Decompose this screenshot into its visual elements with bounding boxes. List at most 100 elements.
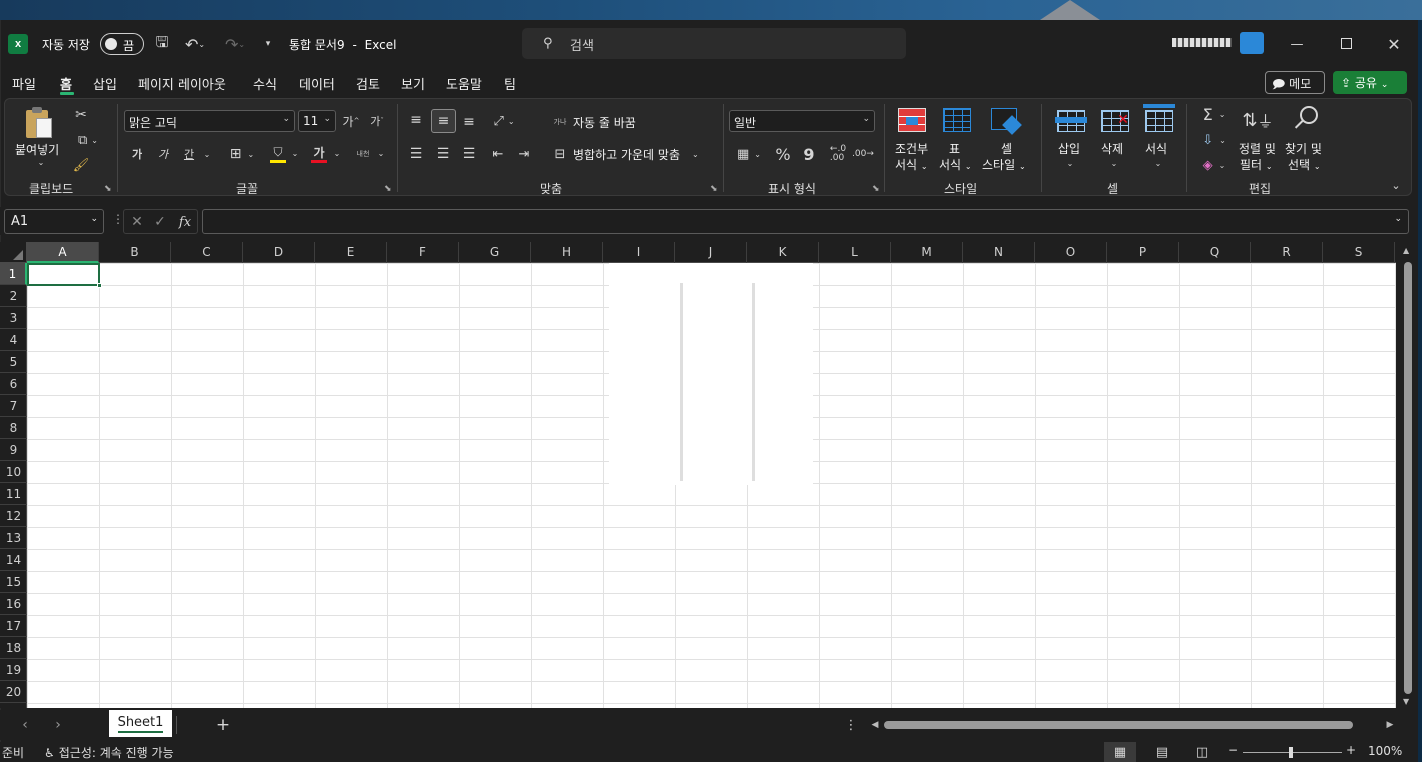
enter-icon[interactable]: ✓: [151, 212, 169, 232]
horizontal-scrollbar-thumb[interactable]: [884, 721, 1353, 729]
vertical-scrollbar[interactable]: ▲ ▼: [1398, 242, 1418, 708]
scroll-up-icon[interactable]: ▲: [1403, 246, 1409, 255]
tab-file[interactable]: 파일: [12, 74, 36, 93]
memo-button[interactable]: 🗩 메모: [1265, 71, 1325, 94]
column-header-g[interactable]: G: [459, 242, 531, 263]
accessibility-status[interactable]: ♿ 접근성: 계속 진행 가능: [44, 744, 174, 761]
alignment-launcher-icon[interactable]: ⬊: [710, 184, 718, 194]
zoom-out-button[interactable]: −: [1228, 743, 1238, 757]
row-header-17[interactable]: 17: [0, 615, 27, 637]
save-icon[interactable]: 🖫: [152, 33, 172, 55]
column-header-f[interactable]: F: [387, 242, 459, 263]
scroll-right-icon[interactable]: ▶: [1385, 718, 1395, 732]
redo-icon[interactable]: ↷ ⌄: [220, 33, 250, 55]
next-sheet-icon[interactable]: ›: [51, 716, 65, 734]
sort-filter-icon[interactable]: ⇅ ⏚: [1242, 106, 1274, 134]
increase-font-icon[interactable]: 가 ^: [341, 112, 361, 130]
autosave-toggle[interactable]: 끔: [100, 33, 144, 55]
column-header-p[interactable]: P: [1107, 242, 1179, 263]
fill-icon[interactable]: ⇩ ⌄: [1197, 130, 1231, 150]
column-header-j[interactable]: J: [675, 242, 747, 263]
page-layout-view-icon[interactable]: ▤: [1154, 744, 1170, 760]
bold-button[interactable]: 가: [128, 145, 146, 163]
increase-decimal-icon[interactable]: ←.0.00: [827, 144, 849, 164]
align-bottom-icon[interactable]: ≡: [459, 112, 479, 132]
tab-page-layout[interactable]: 페이지 레이아웃: [138, 74, 226, 93]
font-launcher-icon[interactable]: ⬊: [384, 184, 392, 194]
row-header-1[interactable]: 1: [0, 263, 27, 285]
increase-indent-icon[interactable]: ⇥: [514, 144, 534, 164]
avatar[interactable]: [1240, 32, 1264, 54]
scroll-left-icon[interactable]: ◀: [870, 718, 880, 732]
zoom-slider-thumb[interactable]: [1289, 747, 1293, 758]
paste-icon[interactable]: [24, 106, 56, 140]
percent-icon[interactable]: %: [773, 144, 793, 164]
tab-split-handle[interactable]: ⋮: [845, 716, 858, 734]
normal-view-button[interactable]: ▦: [1104, 742, 1136, 762]
row-header-6[interactable]: 6: [0, 373, 27, 395]
row-header-3[interactable]: 3: [0, 307, 27, 329]
clear-icon[interactable]: ◈ ⌄: [1197, 155, 1231, 175]
page-break-view-icon[interactable]: ◫: [1194, 744, 1210, 760]
row-header-15[interactable]: 15: [0, 571, 27, 593]
italic-button[interactable]: 가: [154, 145, 172, 163]
autosum-icon[interactable]: Σ ⌄: [1197, 104, 1231, 124]
column-header-q[interactable]: Q: [1179, 242, 1251, 263]
insert-cells-label[interactable]: 삽입: [1058, 140, 1080, 157]
align-right-icon[interactable]: ☰: [459, 144, 479, 164]
number-format-select[interactable]: 일반 ⌄: [729, 110, 875, 132]
paste-dropdown-icon[interactable]: ⌄: [36, 156, 46, 168]
column-header-d[interactable]: D: [243, 242, 315, 263]
format-as-table-label-2[interactable]: 서식 ⌄: [939, 156, 972, 173]
tab-view[interactable]: 보기: [401, 74, 425, 93]
find-select-label-2[interactable]: 선택 ⌄: [1288, 156, 1321, 173]
accounting-format-icon[interactable]: ▦ ⌄: [732, 144, 766, 164]
tab-home[interactable]: 홈: [60, 74, 72, 93]
search-box[interactable]: ⚲ 검색: [522, 28, 906, 59]
borders-icon[interactable]: ⊞ ⌄: [222, 145, 262, 163]
merge-center-button[interactable]: ⊟ 병합하고 가운데 맞춤 ⌄: [551, 142, 699, 166]
chevron-down-icon[interactable]: ⌄: [376, 147, 386, 159]
column-header-r[interactable]: R: [1251, 242, 1323, 263]
font-color-button[interactable]: 가 ⌄: [308, 145, 344, 165]
insert-cells-icon[interactable]: [1055, 108, 1087, 134]
find-select-icon[interactable]: [1292, 106, 1320, 134]
minimize-icon[interactable]: —: [1286, 34, 1308, 54]
column-header-b[interactable]: B: [99, 242, 171, 263]
font-name-select[interactable]: 맑은 고딕 ⌄: [124, 110, 295, 132]
align-middle-icon[interactable]: ≡: [431, 109, 456, 133]
column-header-e[interactable]: E: [315, 242, 387, 263]
row-header-10[interactable]: 10: [0, 461, 27, 483]
number-launcher-icon[interactable]: ⬊: [872, 184, 880, 194]
decrease-decimal-icon[interactable]: .00→: [852, 144, 874, 164]
chevron-down-icon[interactable]: ⌄: [1153, 157, 1163, 169]
collapse-ribbon-icon[interactable]: ⌄: [1388, 178, 1404, 192]
row-header-9[interactable]: 9: [0, 439, 27, 461]
tab-data[interactable]: 데이터: [299, 74, 335, 93]
cut-icon[interactable]: ✂: [72, 106, 90, 124]
column-header-s[interactable]: S: [1323, 242, 1395, 263]
column-header-n[interactable]: N: [963, 242, 1035, 263]
insert-function-icon[interactable]: fx: [175, 212, 195, 232]
add-sheet-icon[interactable]: +: [214, 715, 232, 735]
underline-dropdown-icon[interactable]: ⌄: [200, 147, 214, 161]
column-header-h[interactable]: H: [531, 242, 603, 263]
copy-icon[interactable]: ⧉ ⌄: [72, 131, 104, 149]
cell-styles-label-1[interactable]: 셀: [1001, 140, 1012, 157]
prev-sheet-icon[interactable]: ‹: [18, 716, 32, 734]
row-header-2[interactable]: 2: [0, 285, 27, 307]
decrease-indent-icon[interactable]: ⇤: [488, 144, 508, 164]
row-header-18[interactable]: 18: [0, 637, 27, 659]
conditional-formatting-label-1[interactable]: 조건부: [895, 140, 928, 157]
formula-input[interactable]: ⌄: [202, 209, 1409, 234]
fill-color-button[interactable]: ⛉ ⌄: [268, 145, 304, 165]
cell-styles-icon[interactable]: [991, 108, 1022, 135]
fill-handle[interactable]: [97, 283, 102, 288]
row-header-4[interactable]: 4: [0, 329, 27, 351]
conditional-formatting-icon[interactable]: [898, 108, 928, 134]
row-header-11[interactable]: 11: [0, 483, 27, 505]
column-header-l[interactable]: L: [819, 242, 891, 263]
scroll-down-icon[interactable]: ▼: [1403, 697, 1409, 706]
font-size-select[interactable]: 11 ⌄: [298, 110, 336, 132]
maximize-icon[interactable]: [1341, 38, 1352, 49]
